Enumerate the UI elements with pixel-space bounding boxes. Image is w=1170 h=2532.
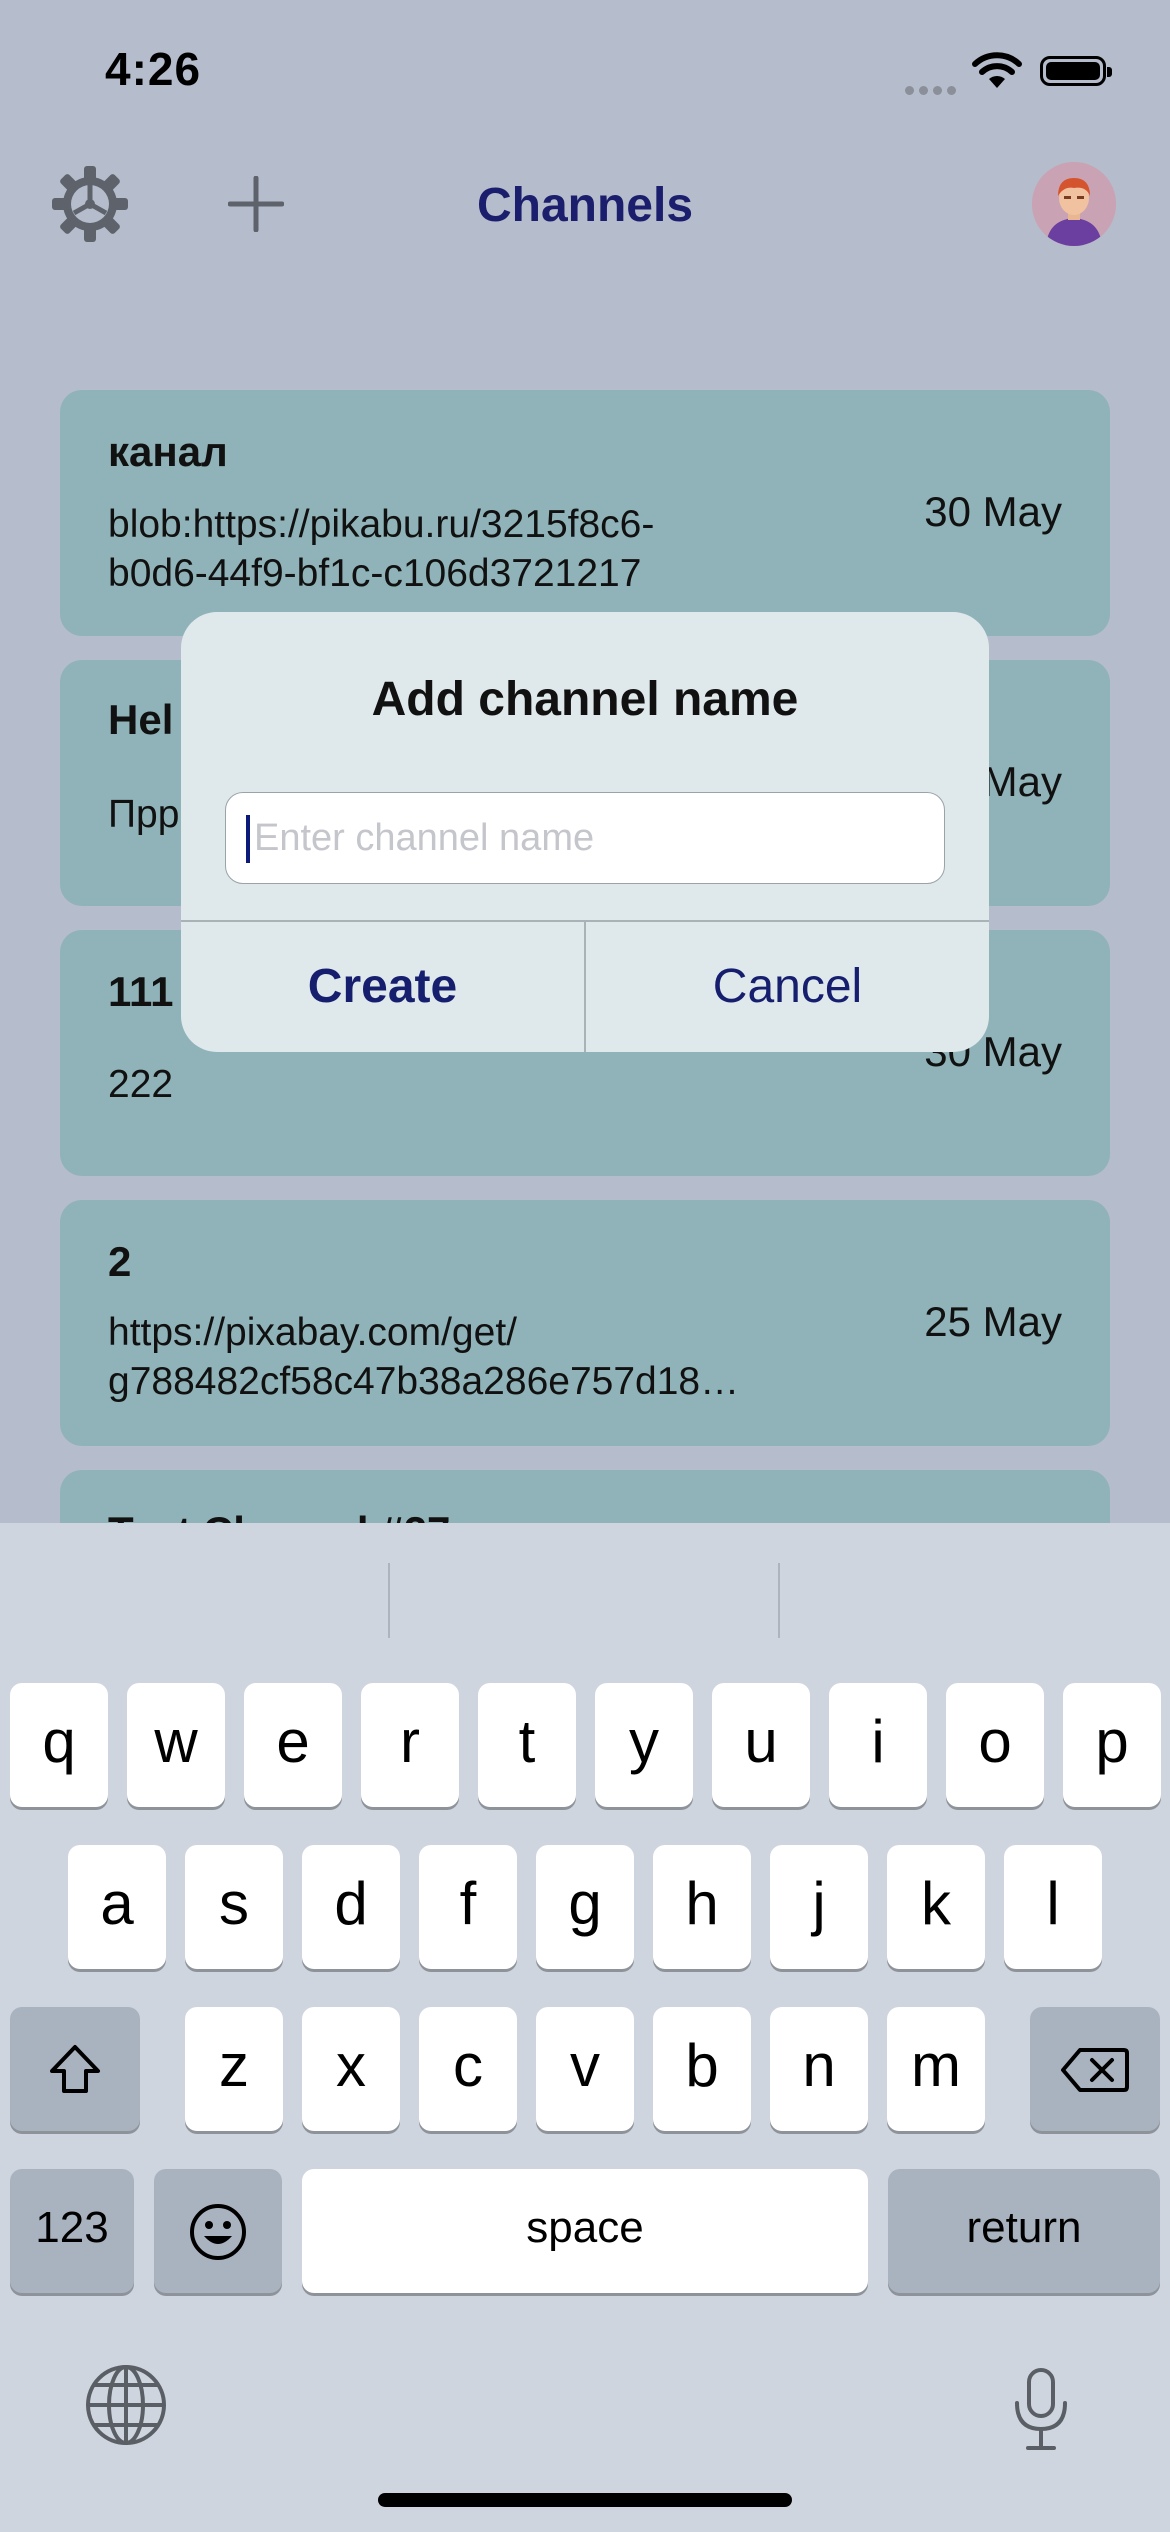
globe-icon[interactable]: [84, 2363, 168, 2452]
key-c[interactable]: c: [419, 2007, 517, 2131]
backspace-key[interactable]: [1030, 2007, 1160, 2131]
channel-date: May: [982, 758, 1062, 805]
add-channel-dialog: Add channel name Enter channel name Crea…: [181, 612, 989, 1052]
channel-title: 111: [108, 968, 174, 1015]
input-placeholder: Enter channel name: [254, 817, 595, 859]
dialog-title: Add channel name: [371, 673, 799, 726]
key-x[interactable]: x: [302, 2007, 400, 2131]
key-o[interactable]: o: [946, 1683, 1044, 1807]
key-u[interactable]: u: [712, 1683, 810, 1807]
channel-last-message: https://pixabay.com/get/ g788482cf58c47b…: [108, 1311, 740, 1403]
key-a[interactable]: a: [68, 1845, 166, 1969]
key-q[interactable]: q: [10, 1683, 108, 1807]
user-avatar[interactable]: [1032, 162, 1116, 246]
key-z[interactable]: z: [185, 2007, 283, 2131]
suggestion-divider: [388, 1563, 390, 1638]
status-time: 4:26: [105, 43, 202, 95]
channel-name-input[interactable]: Enter channel name: [225, 792, 945, 884]
channel-date: 25 May: [924, 1298, 1062, 1345]
cellular-signal-icon: [905, 82, 961, 100]
create-button[interactable]: Create: [181, 921, 584, 1052]
page-title: Channels: [476, 179, 694, 232]
key-d[interactable]: d: [302, 1845, 400, 1969]
key-w[interactable]: w: [127, 1683, 225, 1807]
emoji-key[interactable]: [154, 2169, 282, 2293]
emoji-icon: [190, 2204, 246, 2261]
shift-icon: [50, 2045, 100, 2094]
return-key[interactable]: return: [888, 2169, 1160, 2293]
key-e[interactable]: e: [244, 1683, 342, 1807]
key-v[interactable]: v: [536, 2007, 634, 2131]
key-t[interactable]: t: [478, 1683, 576, 1807]
battery-icon: [1040, 56, 1112, 86]
key-i[interactable]: i: [829, 1683, 927, 1807]
wifi-icon: [972, 52, 1022, 95]
channel-card[interactable]: канал blob:https://pikabu.ru/3215f8c6- b…: [60, 390, 1110, 636]
key-s[interactable]: s: [185, 1845, 283, 1969]
key-p[interactable]: p: [1063, 1683, 1161, 1807]
keyboard: q w e r t y u i o p a s d f g h j k l z …: [0, 1523, 1170, 2532]
text-caret: [246, 815, 250, 863]
key-h[interactable]: h: [653, 1845, 751, 1969]
home-indicator[interactable]: [378, 2493, 792, 2507]
microphone-icon[interactable]: [1010, 2367, 1072, 2458]
space-key[interactable]: space: [302, 2169, 868, 2293]
key-y[interactable]: y: [595, 1683, 693, 1807]
key-m[interactable]: m: [887, 2007, 985, 2131]
key-k[interactable]: k: [887, 1845, 985, 1969]
channel-title: 2: [108, 1238, 132, 1285]
channel-last-message: 222: [108, 1063, 174, 1106]
numbers-key[interactable]: 123: [10, 2169, 134, 2293]
backspace-icon: [1061, 2048, 1129, 2093]
channel-title: Hel: [108, 696, 174, 743]
key-n[interactable]: n: [770, 2007, 868, 2131]
suggestion-divider: [778, 1563, 780, 1638]
channel-date: 30 May: [924, 488, 1062, 535]
shift-key[interactable]: [10, 2007, 140, 2131]
channel-title: канал: [108, 428, 228, 475]
key-r[interactable]: r: [361, 1683, 459, 1807]
key-j[interactable]: j: [770, 1845, 868, 1969]
channel-card[interactable]: 2 https://pixabay.com/get/ g788482cf58c4…: [60, 1200, 1110, 1446]
cancel-button[interactable]: Cancel: [586, 921, 989, 1052]
key-b[interactable]: b: [653, 2007, 751, 2131]
key-f[interactable]: f: [419, 1845, 517, 1969]
key-l[interactable]: l: [1004, 1845, 1102, 1969]
key-g[interactable]: g: [536, 1845, 634, 1969]
channel-last-message: blob:https://pikabu.ru/3215f8c6- b0d6-44…: [108, 503, 655, 595]
